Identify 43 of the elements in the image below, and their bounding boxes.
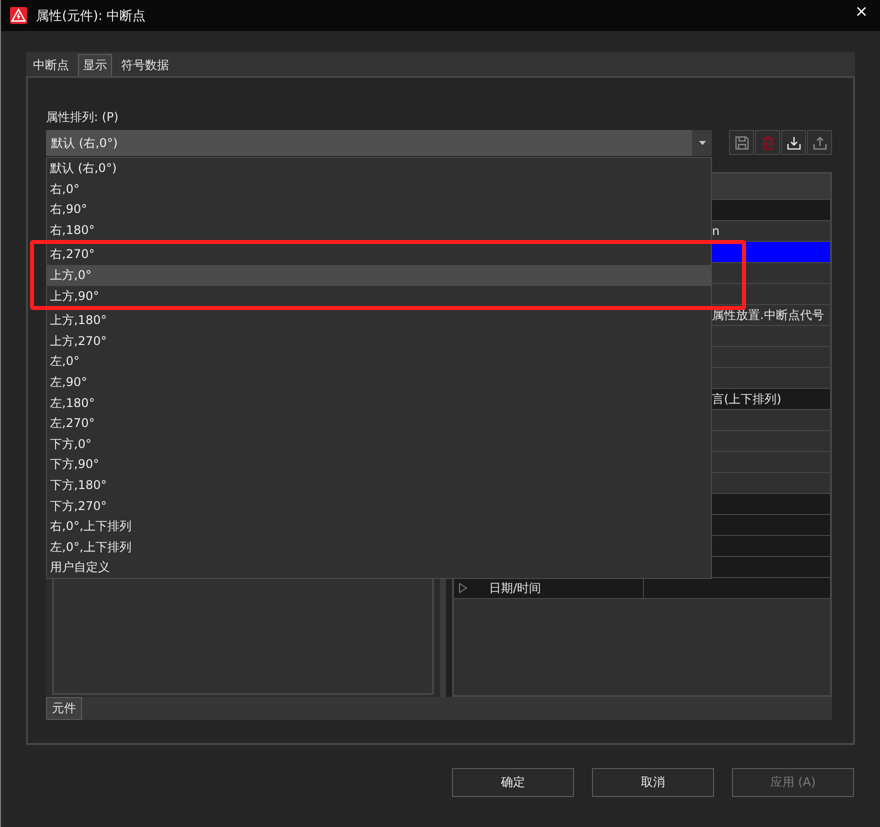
tab[interactable]: 显示	[78, 54, 112, 76]
group-name: 日期/时间	[489, 580, 542, 596]
tab[interactable]: 元件	[46, 697, 82, 720]
window-title: 属性(元件): 中断点	[36, 8, 147, 24]
dropdown-option[interactable]: 上方,0°	[47, 264, 711, 286]
dropdown-option[interactable]: 下方,0°	[47, 434, 711, 454]
group-row[interactable]: 日期/时间	[454, 578, 830, 599]
dropdown-option[interactable]: 下方,90°	[47, 454, 711, 475]
warning-triangle-icon	[10, 7, 27, 24]
dialog-button[interactable]: 确定	[452, 768, 574, 797]
tab[interactable]: 符号数据	[116, 54, 174, 76]
dropdown-option[interactable]: 左,0°	[47, 351, 711, 372]
caret-icon	[698, 141, 706, 145]
property-value: 言(上下排列)	[712, 390, 782, 408]
download-icon	[786, 136, 800, 150]
dropdown-option[interactable]: 右,0°	[47, 178, 711, 200]
dropdown-option[interactable]: 右,0°,上下排列	[47, 516, 711, 537]
dropdown-option[interactable]: 上方,180°	[47, 310, 711, 331]
arrangement-combobox[interactable]: 默认 (右,0°)	[46, 130, 712, 156]
upload-icon	[812, 136, 826, 150]
dropdown-option[interactable]: 左,90°	[47, 372, 711, 393]
field-label: 属性排列: (P)	[46, 109, 118, 126]
dropdown-option[interactable]: 上方,270°	[47, 330, 711, 352]
dropdown-option[interactable]: 左,0°,上下排列	[47, 536, 711, 558]
dialog-button[interactable]: 取消	[592, 768, 714, 797]
dropdown-option[interactable]: 默认 (右,0°)	[47, 158, 711, 179]
toolbar-button[interactable]	[781, 130, 806, 155]
close-icon[interactable]	[857, 7, 866, 16]
dropdown-option[interactable]: 上方,90°	[47, 286, 711, 306]
dropdown-option[interactable]: 右,180°	[47, 220, 711, 240]
dropdown-option[interactable]: 左,270°	[47, 413, 711, 434]
tab[interactable]: 中断点	[28, 54, 74, 76]
expander-icon[interactable]	[459, 583, 467, 593]
dropdown-option[interactable]: 下方,180°	[47, 474, 711, 496]
dropdown-option[interactable]: 用户自定义	[47, 557, 711, 578]
dropdown-option[interactable]: 左,180°	[47, 392, 711, 414]
dropdown-option[interactable]: 下方,270°	[47, 496, 711, 516]
dropdown-button[interactable]	[692, 130, 712, 156]
trash-icon	[760, 136, 774, 150]
dropdown-option[interactable]: 右,270°	[47, 244, 711, 265]
property-value: n	[712, 224, 720, 238]
dropdown-option[interactable]: 右,90°	[47, 199, 711, 220]
save-icon	[734, 136, 748, 150]
